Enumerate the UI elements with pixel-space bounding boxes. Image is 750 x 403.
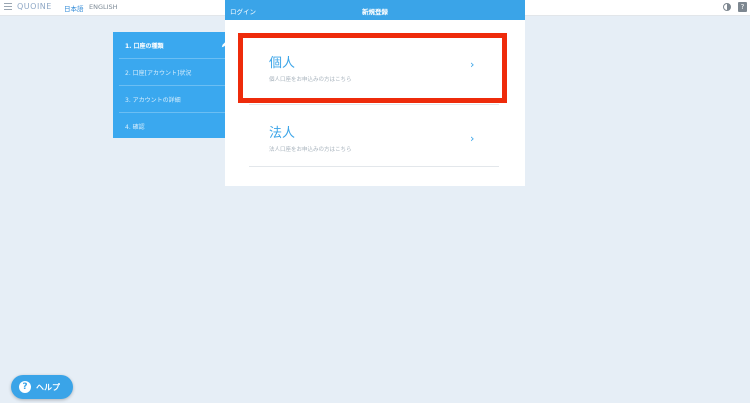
- steps-sidebar: 1. 口座の種類 2. 口座[アカウント]状況 3. アカウントの詳細 4. 確…: [113, 32, 237, 138]
- help-label: ヘルプ: [36, 383, 60, 392]
- option-subtitle: 法人口座をお申込みの方はこちら: [269, 147, 352, 153]
- step-account-status[interactable]: 2. 口座[アカウント]状況: [119, 59, 231, 86]
- step-label: 4. 確認: [125, 124, 145, 131]
- corporate-account-option[interactable]: 法人 法人口座をお申込みの方はこちら ›: [225, 112, 525, 172]
- option-title: 法人: [269, 126, 296, 141]
- step-account-details[interactable]: 3. アカウントの詳細: [119, 86, 231, 113]
- chevron-right-icon: ›: [470, 132, 475, 145]
- step-label: 1. 口座の種類: [125, 43, 164, 50]
- step-account-type[interactable]: 1. 口座の種類: [119, 32, 231, 59]
- highlight-box: [238, 33, 507, 103]
- help-button[interactable]: ? ヘルプ: [11, 375, 73, 399]
- page-title: 新規登録: [362, 8, 388, 16]
- step-confirm[interactable]: 4. 確認: [119, 113, 231, 139]
- theme-toggle-icon[interactable]: [723, 3, 731, 11]
- page-header: ログイン 新規登録: [225, 0, 525, 20]
- menu-icon[interactable]: [4, 3, 12, 11]
- logo[interactable]: QUOINE: [17, 2, 52, 11]
- question-icon: ?: [19, 381, 31, 393]
- language-english-link[interactable]: ENGLISH: [89, 3, 118, 11]
- help-icon[interactable]: ?: [738, 2, 747, 12]
- step-label: 2. 口座[アカウント]状況: [125, 70, 192, 77]
- language-japanese-link[interactable]: 日本語: [64, 3, 84, 13]
- divider: [249, 166, 499, 167]
- divider: [249, 104, 499, 105]
- step-label: 3. アカウントの詳細: [125, 97, 181, 104]
